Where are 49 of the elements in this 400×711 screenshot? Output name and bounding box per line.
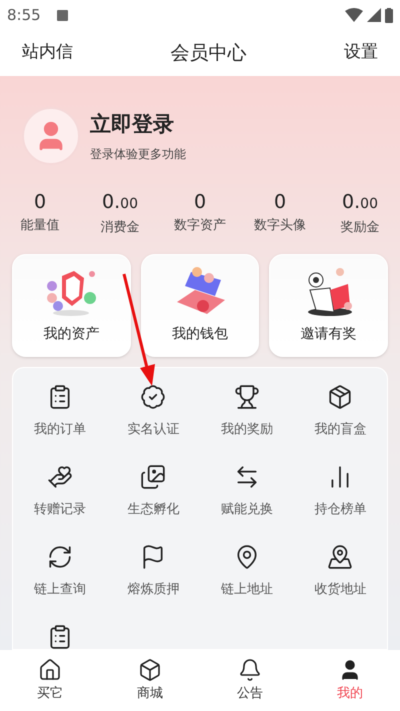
home-icon [38,658,62,682]
service-item[interactable]: 生态孵化 [106,464,200,526]
stat-value: 0 [274,190,286,214]
login-link[interactable]: 立即登录 [90,109,186,141]
login-hint: 登录体验更多功能 [90,146,186,163]
feature-card[interactable]: 邀请有奖 [269,254,388,356]
box-icon [138,658,162,682]
stat-label: 奖励金 [340,219,380,237]
nav-tab[interactable]: 商城 [100,650,200,711]
stat-label: 数字头像 [254,217,306,235]
service-item[interactable]: 我的订单 [13,384,106,446]
stat-label: 能量值 [20,217,60,235]
notification-icon [56,10,68,20]
trophy-icon [234,384,260,410]
nav-tab[interactable]: 买它 [0,650,100,711]
service-item[interactable]: 收货地址 [294,544,387,606]
wifi-icon [345,8,363,22]
feature-card[interactable]: 我的钱包 [140,254,260,356]
stat-value: 0 [34,190,46,214]
service-item[interactable]: 赋能兑换 [200,464,294,526]
feature-card[interactable]: 我的资产 [12,254,131,356]
inbox-link[interactable]: 站内信 [22,40,73,66]
battery-icon [385,8,393,22]
service-item[interactable]: 转赠记录 [13,464,106,526]
signal-icon [367,8,381,22]
page-title: 会员中心 [170,40,246,66]
service-item[interactable]: 我的奖励 [200,384,294,446]
hand-heart-icon [46,464,73,490]
service-item[interactable]: 持仓榜单 [294,464,387,526]
service-item[interactable]: 熔炼质押 [106,544,200,606]
box-icon [327,384,354,410]
stat-value: 0 [194,190,206,214]
service-item[interactable]: 链上地址 [200,544,294,606]
stat-label: 数字资产 [174,217,226,235]
status-time: 8:55 [7,4,41,26]
nav-tab[interactable]: 公告 [200,650,300,711]
bell-icon [238,658,262,682]
stat-label: 消费金 [100,219,140,237]
check-badge-icon [140,384,166,410]
location-icon [327,544,354,570]
service-item[interactable]: 实名认证 [106,384,200,446]
settings-link[interactable]: 设置 [344,40,378,66]
service-item[interactable]: 我的盲盒 [294,384,387,446]
stat-value: 0.00 [342,190,378,215]
stat-value: 0.00 [102,190,138,215]
service-item[interactable]: 链上查询 [13,544,106,606]
chain-query-icon [46,544,73,570]
pictures-icon [140,464,166,490]
nav-tab[interactable]: 我的 [300,650,400,711]
